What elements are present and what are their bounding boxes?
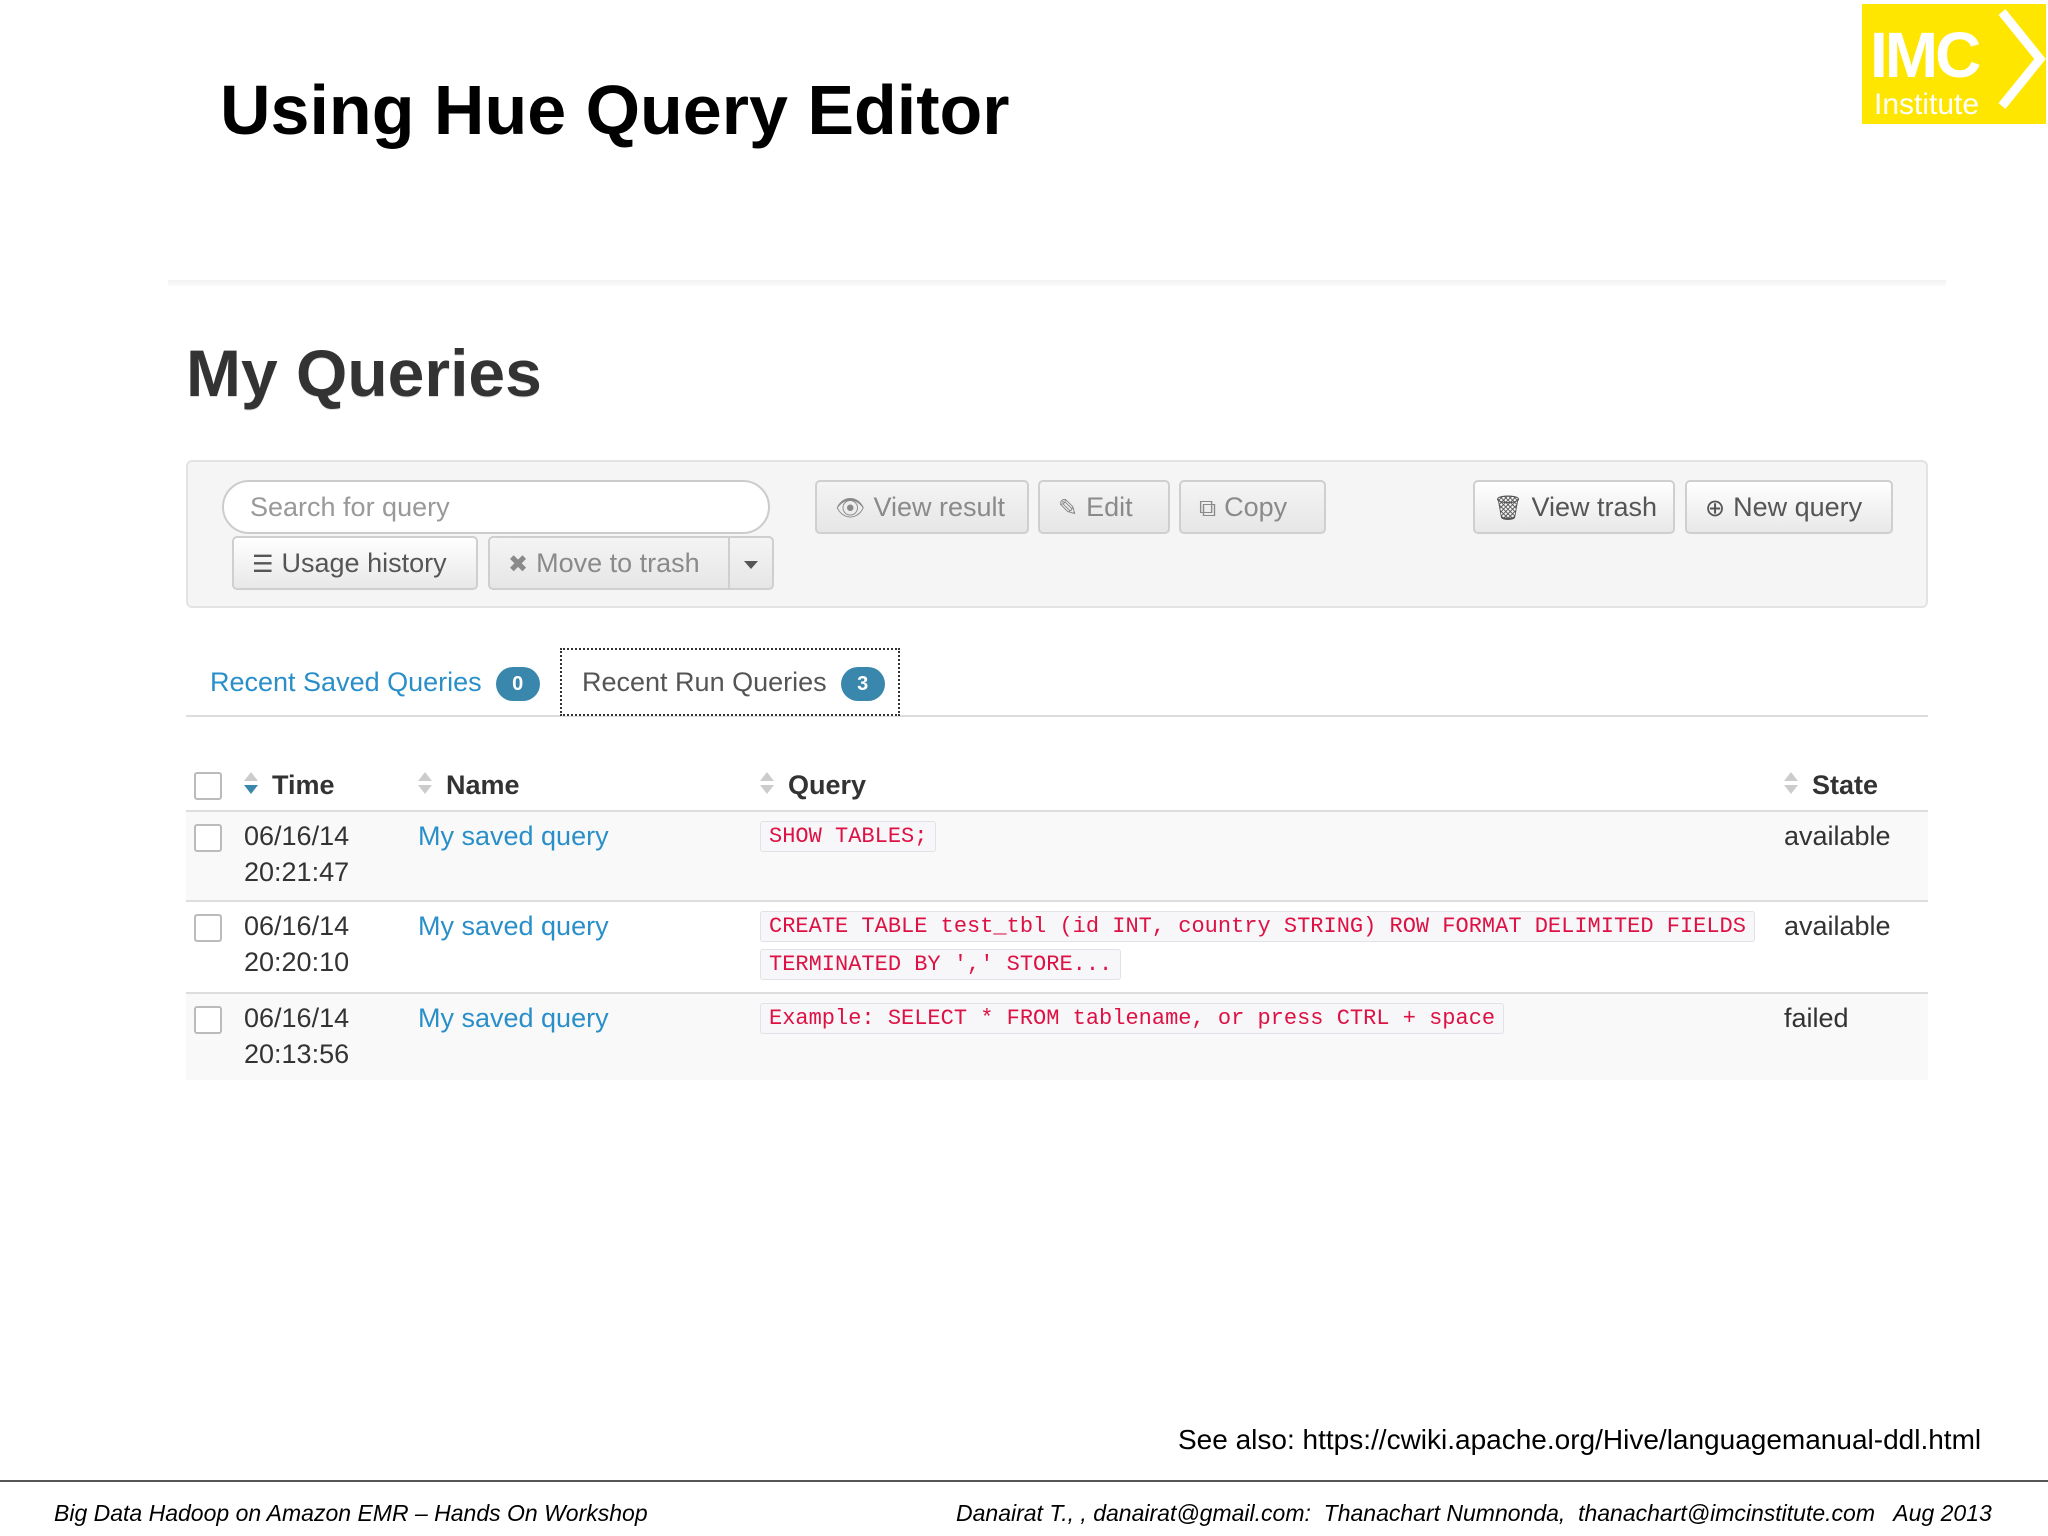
select-all-checkbox[interactable] [194, 772, 222, 800]
new-query-button[interactable]: ⊕ New query [1685, 480, 1893, 534]
table-row[interactable]: 06/16/14 20:20:10 My saved query CREATE … [186, 902, 1928, 994]
search-input[interactable]: Search for query [222, 480, 770, 534]
row-date: 06/16/14 [244, 1003, 350, 1033]
row-date: 06/16/14 [244, 821, 350, 851]
column-header-query[interactable]: Query [788, 770, 866, 801]
table-row[interactable]: 06/16/14 20:13:56 My saved query Example… [186, 994, 1928, 1080]
query-code: CREATE TABLE test_tbl (id INT, country S… [760, 908, 1755, 946]
count-badge: 0 [495, 666, 540, 701]
row-checkbox[interactable] [194, 914, 222, 942]
row-state: available [1784, 821, 1891, 851]
query-name-link[interactable]: My saved query [418, 908, 609, 944]
row-checkbox[interactable] [194, 1006, 222, 1034]
column-header-state[interactable]: State [1812, 770, 1878, 801]
list-icon: ☰ [252, 551, 274, 578]
query-code: SHOW TABLES; [760, 818, 937, 856]
sort-icon[interactable] [1784, 772, 1798, 798]
close-icon: ✖ [508, 551, 529, 578]
sort-icon[interactable] [244, 772, 258, 798]
sort-icon[interactable] [418, 772, 432, 798]
query-code: Example: SELECT * FROM tablename, or pre… [760, 1000, 1505, 1038]
row-state: failed [1784, 1003, 1849, 1033]
sort-icon[interactable] [760, 772, 774, 798]
caret-down-icon [744, 560, 758, 569]
view-result-button[interactable]: 👁 View result [815, 480, 1029, 534]
move-to-trash-button[interactable]: ✖ Move to trash [488, 536, 730, 590]
row-time: 20:21:47 [244, 857, 350, 887]
imc-institute-logo: IMC Institute [1862, 4, 2046, 124]
copy-icon: ⧉ [1199, 495, 1217, 522]
footer-course-title: Big Data Hadoop on Amazon EMR – Hands On… [54, 1500, 648, 1526]
column-header-time[interactable]: Time [272, 770, 335, 801]
see-also-link[interactable]: See also: https://cwiki.apache.org/Hive/… [1178, 1424, 1981, 1456]
row-checkbox[interactable] [194, 824, 222, 852]
header-divider [168, 280, 1946, 286]
row-time: 20:20:10 [244, 947, 350, 977]
page-title: My Queries [186, 336, 542, 410]
tab-recent-run-queries[interactable]: Recent Run Queries 3 [560, 648, 900, 716]
plus-circle-icon: ⊕ [1705, 495, 1726, 522]
count-badge: 3 [840, 666, 885, 701]
logo-main-text: IMC [1870, 19, 1981, 91]
table-row[interactable]: 06/16/14 20:21:47 My saved query SHOW TA… [186, 812, 1928, 902]
slide-title: Using Hue Query Editor [220, 71, 1010, 149]
view-trash-button[interactable]: 🗑 View trash [1473, 480, 1675, 534]
column-header-name[interactable]: Name [446, 770, 520, 801]
table-header: Time Name Query State [186, 760, 1928, 812]
copy-button[interactable]: ⧉ Copy [1179, 480, 1326, 534]
tab-recent-saved-queries[interactable]: Recent Saved Queries 0 [190, 648, 560, 716]
query-name-link[interactable]: My saved query [418, 1000, 609, 1036]
footer-divider [0, 1480, 2048, 1482]
row-state: available [1784, 911, 1891, 941]
edit-button[interactable]: ✎ Edit [1038, 480, 1170, 534]
logo-sub-text: Institute [1874, 88, 1980, 121]
usage-history-button[interactable]: ☰ Usage history [232, 536, 478, 590]
footer-authors: Danairat T., , danairat@gmail.com: Thana… [956, 1500, 1992, 1526]
query-code-continued: TERMINATED BY ',' STORE... [760, 946, 1122, 984]
trash-icon: 🗑 [1493, 495, 1524, 522]
query-name-link[interactable]: My saved query [418, 818, 609, 854]
eye-icon: 👁 [835, 495, 866, 522]
row-date: 06/16/14 [244, 911, 350, 941]
row-time: 20:13:56 [244, 1039, 350, 1069]
trash-dropdown-toggle[interactable] [728, 536, 774, 590]
pencil-icon: ✎ [1058, 495, 1079, 522]
